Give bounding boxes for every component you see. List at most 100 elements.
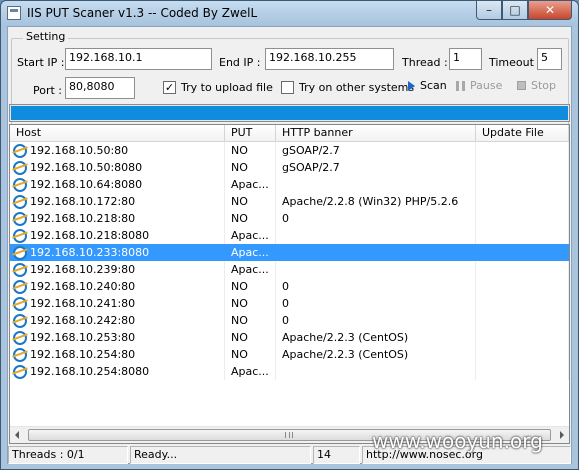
update-file-cell bbox=[476, 346, 569, 363]
table-row[interactable]: 192.168.10.239:80 Apac... bbox=[10, 261, 569, 278]
host-cell: 192.168.10.254:8080 bbox=[10, 363, 225, 380]
put-cell: NO bbox=[225, 346, 276, 363]
title-bar[interactable]: IIS PUT Scaner v1.3 -- Coded By ZwelL – … bbox=[1, 1, 578, 26]
host-text: 192.168.10.50:8080 bbox=[30, 161, 143, 174]
put-cell: Apac... bbox=[225, 261, 276, 278]
column-header-put[interactable]: PUT bbox=[225, 125, 276, 142]
host-cell: 192.168.10.50:8080 bbox=[10, 159, 225, 176]
table-row[interactable]: 192.168.10.254:80 NO Apache/2.2.3 (CentOS) bbox=[10, 346, 569, 363]
table-row[interactable]: 192.168.10.218:80 NO 0 bbox=[10, 210, 569, 227]
update-file-cell bbox=[476, 176, 569, 193]
status-state: Ready... bbox=[130, 446, 311, 464]
table-row[interactable]: 192.168.10.50:8080 NO gSOAP/2.7 bbox=[10, 159, 569, 176]
put-cell: NO bbox=[225, 329, 276, 346]
host-text: 192.168.10.218:8080 bbox=[30, 229, 150, 242]
table-row[interactable]: 192.168.10.64:8080 Apac... bbox=[10, 176, 569, 193]
globe-icon bbox=[13, 194, 27, 209]
pause-button[interactable]: Pause bbox=[456, 79, 502, 92]
host-cell: 192.168.10.233:8080 bbox=[10, 244, 225, 261]
update-file-cell bbox=[476, 142, 569, 159]
timeout-label: Timeout : bbox=[489, 56, 542, 69]
scroll-right-arrow-icon[interactable] bbox=[560, 431, 564, 439]
http-banner-cell: Apache/2.2.3 (CentOS) bbox=[276, 346, 476, 363]
host-text: 192.168.10.239:80 bbox=[30, 263, 136, 276]
http-banner-cell: 0 bbox=[276, 312, 476, 329]
column-header-update-file[interactable]: Update File bbox=[476, 125, 569, 142]
put-cell: NO bbox=[225, 159, 276, 176]
update-file-cell bbox=[476, 312, 569, 329]
update-file-cell bbox=[476, 227, 569, 244]
timeout-input[interactable]: 5 bbox=[537, 48, 562, 70]
table-row[interactable]: 192.168.10.240:80 NO 0 bbox=[10, 278, 569, 295]
stop-button[interactable]: Stop bbox=[517, 79, 556, 92]
other-systems-checkbox-label: Try on other systems bbox=[299, 81, 415, 94]
globe-icon bbox=[13, 279, 27, 294]
host-cell: 192.168.10.218:80 bbox=[10, 210, 225, 227]
http-banner-cell bbox=[276, 227, 476, 244]
put-cell: Apac... bbox=[225, 244, 276, 261]
pause-icon bbox=[456, 80, 465, 91]
end-ip-input[interactable]: 192.168.10.255 bbox=[265, 48, 394, 70]
app-window: IIS PUT Scaner v1.3 -- Coded By ZwelL – … bbox=[0, 0, 579, 470]
port-input[interactable]: 80,8080 bbox=[65, 77, 135, 99]
column-header-host[interactable]: Host bbox=[10, 125, 225, 142]
table-row[interactable]: 192.168.10.172:80 NO Apache/2.2.8 (Win32) … bbox=[10, 193, 569, 210]
host-text: 192.168.10.172:80 bbox=[30, 195, 136, 208]
globe-icon bbox=[13, 364, 27, 379]
host-cell: 192.168.10.50:80 bbox=[10, 142, 225, 159]
table-row[interactable]: 192.168.10.50:80 NO gSOAP/2.7 bbox=[10, 142, 569, 159]
update-file-cell bbox=[476, 193, 569, 210]
table-row[interactable]: 192.168.10.241:80 NO 0 bbox=[10, 295, 569, 312]
host-text: 192.168.10.254:8080 bbox=[30, 365, 150, 378]
stop-icon bbox=[517, 81, 526, 90]
host-cell: 192.168.10.254:80 bbox=[10, 346, 225, 363]
globe-icon bbox=[13, 245, 27, 260]
table-row[interactable]: 192.168.10.233:8080 Apac... bbox=[10, 244, 569, 261]
maximize-button[interactable]: □ bbox=[502, 1, 528, 20]
upload-checkbox[interactable]: ✓ bbox=[163, 81, 176, 94]
update-file-cell bbox=[476, 159, 569, 176]
minimize-button[interactable]: – bbox=[476, 1, 502, 20]
close-button[interactable]: ✕ bbox=[528, 1, 572, 20]
thread-input[interactable]: 1 bbox=[449, 48, 482, 70]
end-ip-label: End IP : bbox=[219, 56, 261, 69]
update-file-cell bbox=[476, 295, 569, 312]
host-text: 192.168.10.241:80 bbox=[30, 297, 136, 310]
host-cell: 192.168.10.172:80 bbox=[10, 193, 225, 210]
scroll-left-arrow-icon[interactable] bbox=[15, 431, 19, 439]
host-text: 192.168.10.240:80 bbox=[30, 280, 136, 293]
watermark: www.wooyun.org bbox=[372, 429, 543, 453]
progress-fill bbox=[11, 106, 568, 120]
other-systems-checkbox[interactable] bbox=[281, 81, 294, 94]
scan-button[interactable]: Scan bbox=[408, 79, 447, 92]
http-banner-cell: 0 bbox=[276, 295, 476, 312]
stop-button-label: Stop bbox=[531, 79, 557, 92]
status-threads: Threads : 0/1 bbox=[8, 446, 128, 464]
update-file-cell bbox=[476, 278, 569, 295]
start-ip-input[interactable]: 192.168.10.1 bbox=[65, 48, 212, 70]
put-cell: NO bbox=[225, 210, 276, 227]
results-table[interactable]: Host PUT HTTP banner Update File 192.168… bbox=[9, 124, 570, 444]
table-row[interactable]: 192.168.10.242:80 NO 0 bbox=[10, 312, 569, 329]
table-header: Host PUT HTTP banner Update File bbox=[10, 125, 569, 142]
globe-icon bbox=[13, 330, 27, 345]
table-row[interactable]: 192.168.10.253:80 NO Apache/2.2.3 (CentOS) bbox=[10, 329, 569, 346]
update-file-cell bbox=[476, 244, 569, 261]
table-body: 192.168.10.50:80 NO gSOAP/2.7 192.168.10.50… bbox=[10, 142, 569, 380]
table-row[interactable]: 192.168.10.254:8080 Apac... bbox=[10, 363, 569, 380]
host-text: 192.168.10.242:80 bbox=[30, 314, 136, 327]
globe-icon bbox=[13, 211, 27, 226]
scan-button-label: Scan bbox=[420, 79, 447, 92]
host-text: 192.168.10.50:80 bbox=[30, 144, 129, 157]
app-icon bbox=[7, 6, 21, 20]
host-text: 192.168.10.233:8080 bbox=[30, 246, 150, 259]
upload-checkbox-label: Try to upload file bbox=[181, 81, 273, 94]
globe-icon bbox=[13, 177, 27, 192]
play-icon bbox=[408, 80, 415, 91]
http-banner-cell: gSOAP/2.7 bbox=[276, 142, 476, 159]
table-row[interactable]: 192.168.10.218:8080 Apac... bbox=[10, 227, 569, 244]
host-cell: 192.168.10.239:80 bbox=[10, 261, 225, 278]
update-file-cell bbox=[476, 363, 569, 380]
port-label: Port : bbox=[33, 84, 63, 97]
column-header-http-banner[interactable]: HTTP banner bbox=[276, 125, 476, 142]
